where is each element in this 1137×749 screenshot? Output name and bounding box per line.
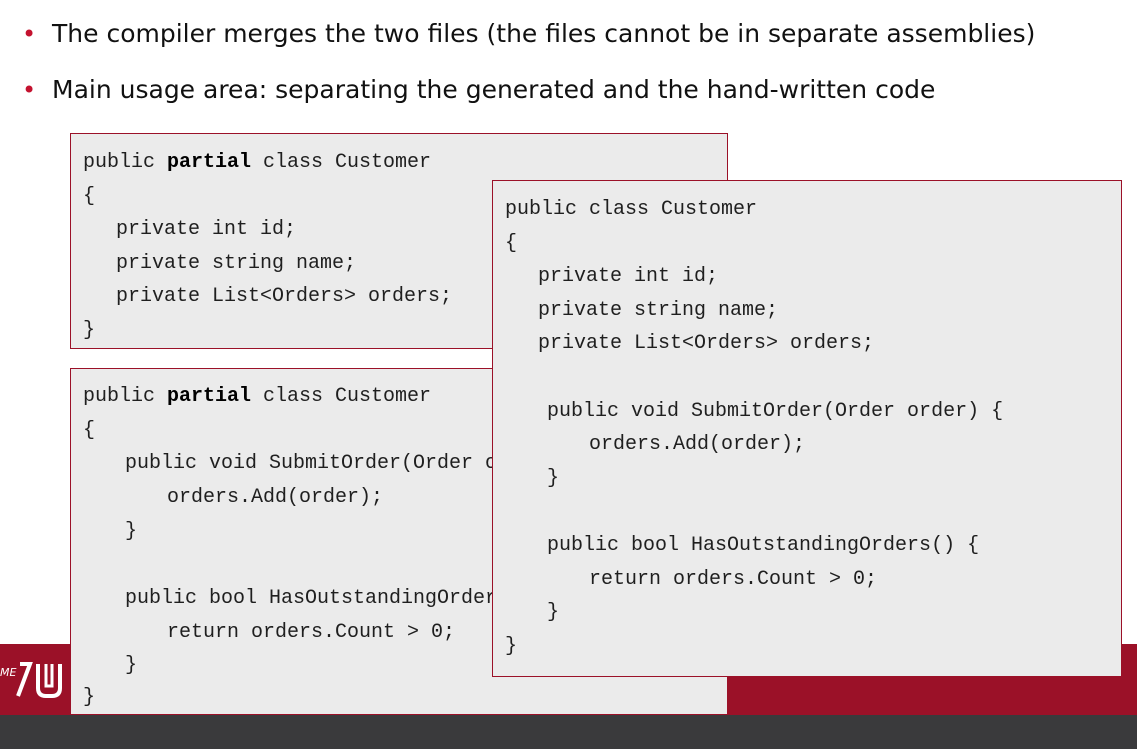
code-line: } — [83, 319, 96, 342]
code-line: private string name; — [116, 252, 357, 275]
bullet-item: • Main usage area: separating the genera… — [22, 70, 1035, 126]
university-logo-icon: ME — [0, 662, 62, 698]
code-line: public bool HasOutstandingOrders() { — [547, 534, 980, 557]
logo-text: ME — [0, 666, 16, 679]
code-line: private List<Orders> orders; — [116, 285, 453, 308]
code-line: public partial class Customer — [83, 385, 432, 408]
code-line: } — [125, 654, 138, 677]
code-line: public partial class Customer — [83, 151, 432, 174]
code-line: orders.Add(order); — [589, 433, 806, 456]
bullet-text: The compiler merges the two files (the f… — [52, 19, 1036, 48]
code-line: } — [547, 467, 560, 490]
code-line: } — [505, 635, 518, 658]
bullet-list: • The compiler merges the two files (the… — [22, 14, 1035, 126]
bullet-dot-icon: • — [22, 76, 37, 104]
code-line: private int id; — [538, 265, 719, 288]
bullet-item: • The compiler merges the two files (the… — [22, 14, 1035, 70]
code-line: private string name; — [538, 299, 779, 322]
bullet-text: Main usage area: separating the generate… — [52, 75, 936, 104]
code-line: } — [125, 520, 138, 543]
code-line: } — [83, 686, 96, 709]
code-line: private int id; — [116, 218, 297, 241]
code-line: { — [83, 419, 96, 442]
code-line: private List<Orders> orders; — [538, 332, 875, 355]
code-snippet-merged: public class Customer { private int id; … — [492, 180, 1122, 677]
bullet-dot-icon: • — [22, 20, 37, 48]
code-line: { — [505, 232, 518, 255]
code-line: public class Customer — [505, 198, 758, 221]
code-line: { — [83, 185, 96, 208]
footer-bar — [0, 715, 1137, 749]
code-line: return orders.Count > 0; — [589, 568, 878, 591]
code-line: return orders.Count > 0; — [167, 621, 456, 644]
code-line: orders.Add(order); — [167, 486, 384, 509]
code-line: } — [547, 601, 560, 624]
code-line: public void SubmitOrder(Order order) { — [547, 400, 1004, 423]
